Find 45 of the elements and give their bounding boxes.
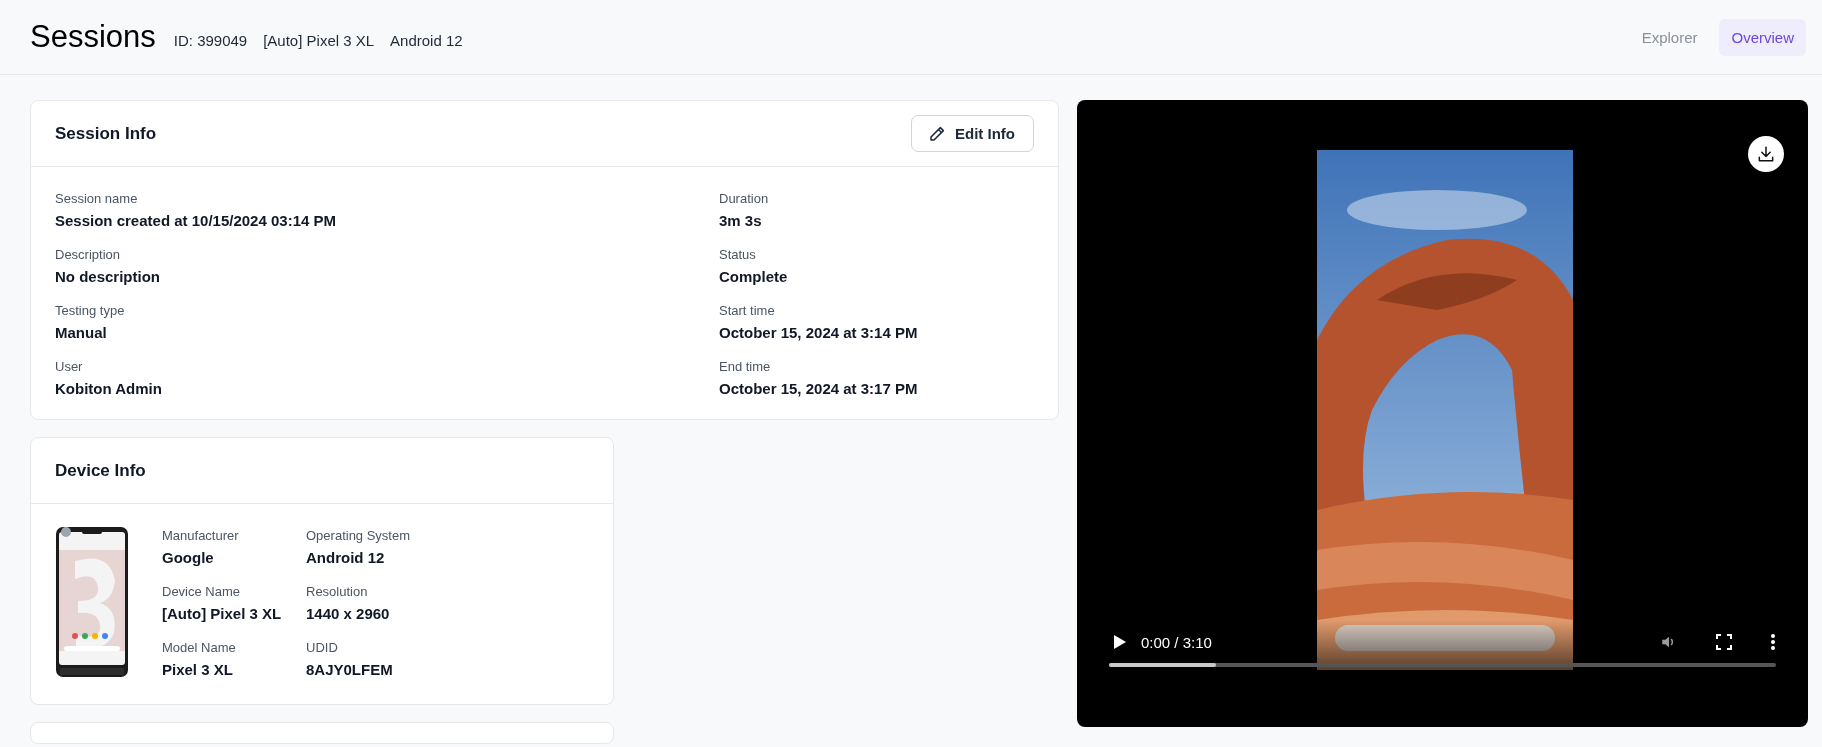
field-label: Model Name [162,640,237,655]
header-meta: ID: 399049 [173,31,248,49]
field-label: Status [719,247,757,262]
field-value: Manual [55,324,108,341]
field-value: October 15, 2024 at 3:17 PM [719,380,919,397]
fullscreen-icon[interactable] [1716,634,1732,650]
field-value: Kobiton Admin [55,380,163,397]
field-label: Duration [719,191,770,206]
field-label: Operating System [306,528,412,543]
progress-track[interactable] [1109,663,1776,667]
download-button[interactable] [1748,136,1784,172]
card-title: Session Info [55,123,157,144]
field-value: [Auto] Pixel 3 XL [162,605,283,622]
field-value: Complete [719,268,789,285]
field-value: Pixel 3 XL [162,661,234,678]
header-meta: [Auto] Pixel 3 XL [263,31,375,49]
download-icon [1756,144,1776,164]
field-value: 3m 3s [719,212,763,229]
more-icon[interactable] [1770,633,1776,651]
field-label: Resolution [306,584,369,599]
tab[interactable]: Explorer [1629,18,1710,56]
card-title: Device Info [55,460,146,481]
field-label: Start time [719,303,776,318]
field-label: Manufacturer [162,528,240,543]
field-value: 1440 x 2960 [306,605,391,622]
video-time: 0:00 / 3:10 [1141,633,1212,651]
field-label: Device Name [162,584,242,599]
field-label: Session name [55,191,139,206]
field-label: Description [55,247,122,262]
field-label: End time [719,359,772,374]
field-label: Testing type [55,303,126,318]
play-icon[interactable] [1113,634,1127,650]
field-value: Session created at 10/15/2024 03:14 PM [55,212,337,229]
header-meta: Android 12 [390,31,463,49]
pencil-icon [928,124,946,143]
field-label: UDID [306,640,339,655]
field-value: October 15, 2024 at 3:14 PM [719,324,919,341]
field-value: Android 12 [306,549,386,566]
edit-info-button[interactable]: Edit Info [911,115,1034,152]
field-value: 8AJY0LFEM [306,661,394,678]
field-label: User [55,359,84,374]
field-value: No description [55,268,161,285]
field-value: Google [162,549,215,566]
page-title: Sessions [30,19,156,55]
tab[interactable]: Overview [1719,18,1806,56]
